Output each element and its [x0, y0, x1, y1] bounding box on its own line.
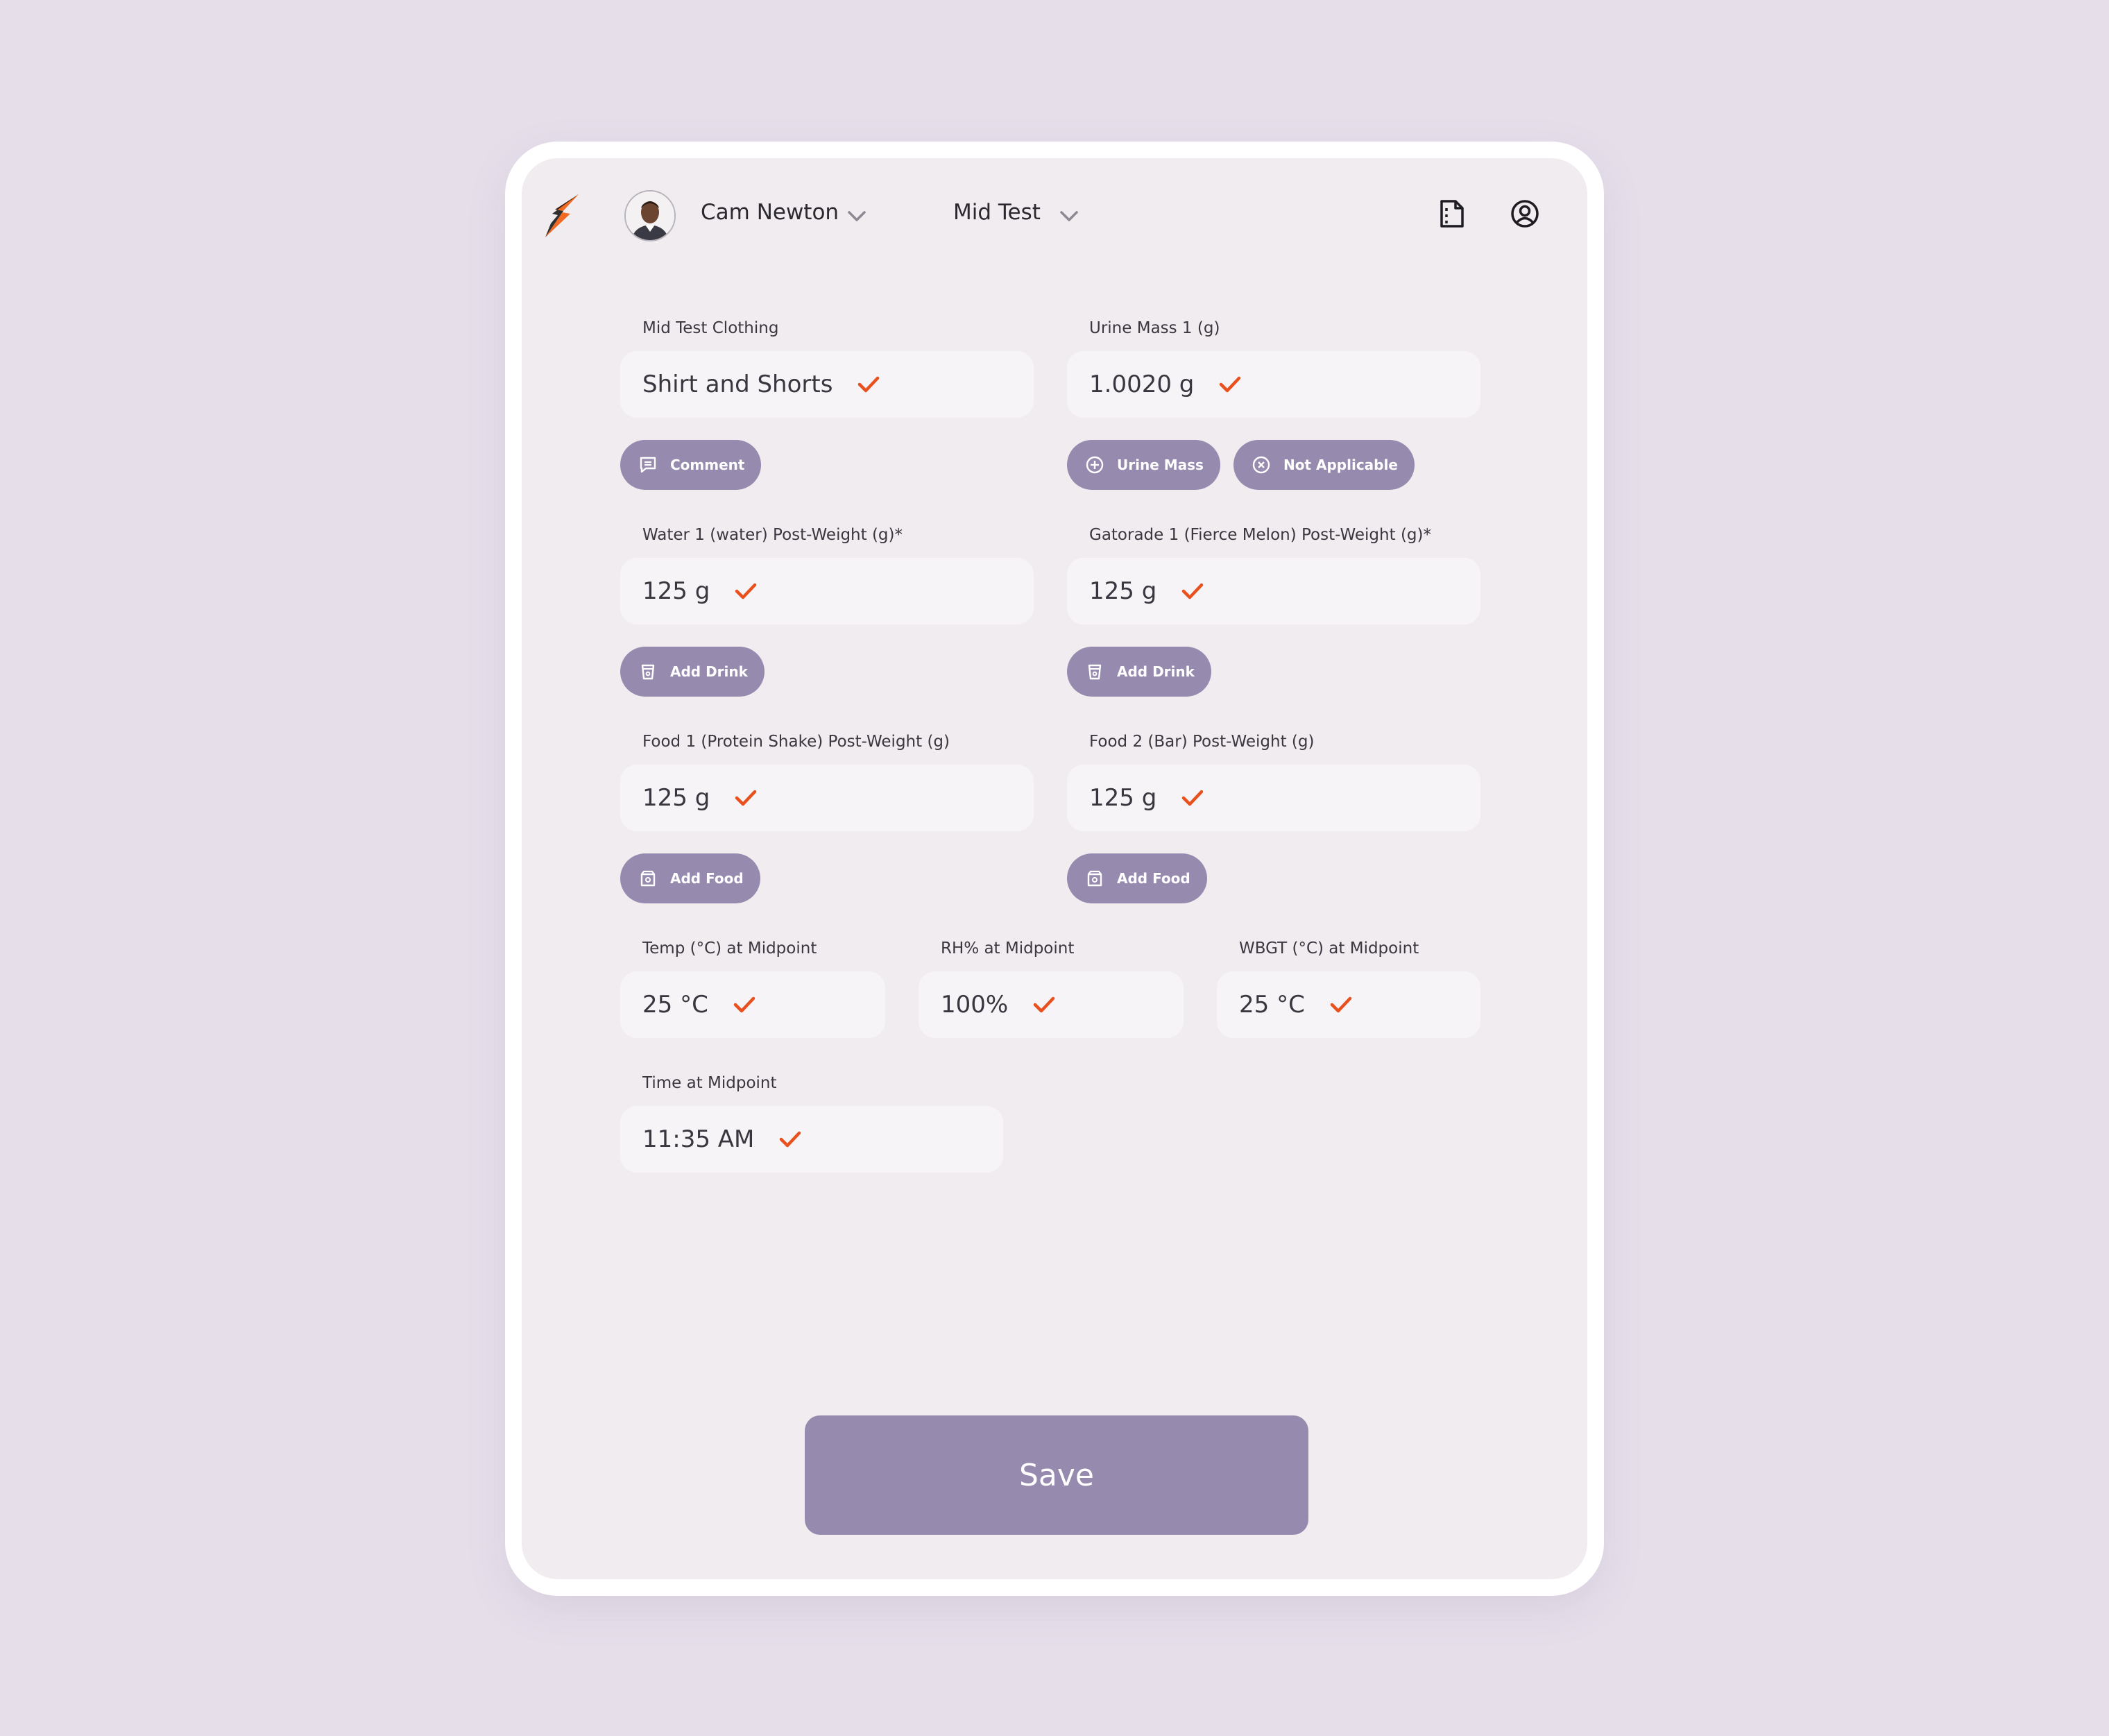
comment-icon: [640, 457, 656, 473]
comment-button[interactable]: Comment: [620, 440, 762, 490]
checkmark-icon: [1182, 583, 1204, 599]
gatorade-field[interactable]: 125 g: [1067, 558, 1480, 624]
urine-mass-label: Urine Mass 1 (g): [1089, 319, 1220, 337]
urine-mass-button[interactable]: Urine Mass: [1067, 440, 1220, 490]
temp-field[interactable]: 25 °C: [620, 971, 885, 1038]
checkmark-icon: [1220, 376, 1241, 393]
rh-field[interactable]: 100%: [919, 971, 1184, 1038]
rh-value: 100%: [941, 991, 1009, 1019]
checkmark-icon: [733, 996, 755, 1013]
x-circle-icon: [1252, 456, 1270, 474]
test-stage-selector[interactable]: Mid Test: [953, 200, 1041, 225]
water-value: 125 g: [642, 577, 710, 605]
clothing-field[interactable]: Shirt and Shorts: [620, 351, 1034, 418]
add-drink-button[interactable]: Add Drink: [620, 647, 765, 697]
athlete-selector[interactable]: Cam Newton: [701, 200, 839, 225]
add-food-button-label: Add Food: [670, 870, 744, 887]
document-icon[interactable]: [1436, 198, 1467, 229]
user-circle-icon[interactable]: [1510, 198, 1540, 229]
checkmark-icon: [780, 1131, 801, 1148]
time-label: Time at Midpoint: [642, 1074, 777, 1092]
add-drink-button[interactable]: Add Drink: [1067, 647, 1211, 697]
urine-mass-value: 1.0020 g: [1089, 371, 1195, 398]
food1-value: 125 g: [642, 784, 710, 812]
wbgt-field[interactable]: 25 °C: [1217, 971, 1480, 1038]
tablet-frame: Cam Newton Mid Test Mid Test Clothing Sh…: [505, 142, 1604, 1596]
checkmark-icon: [858, 376, 880, 393]
clothing-label: Mid Test Clothing: [642, 319, 779, 337]
save-button[interactable]: Save: [805, 1415, 1308, 1535]
water-label: Water 1 (water) Post-Weight (g)*: [642, 526, 903, 544]
app-screen: Cam Newton Mid Test Mid Test Clothing Sh…: [522, 158, 1587, 1579]
gatorade-value: 125 g: [1089, 577, 1157, 605]
checkmark-icon: [735, 790, 757, 806]
clothing-value: Shirt and Shorts: [642, 371, 833, 398]
food-box-icon: [640, 870, 656, 887]
avatar[interactable]: [624, 190, 676, 241]
athlete-photo: [626, 192, 674, 240]
temp-label: Temp (°C) at Midpoint: [642, 939, 817, 958]
add-drink-button-label: Add Drink: [670, 663, 748, 680]
wbgt-label: WBGT (°C) at Midpoint: [1239, 939, 1419, 958]
time-value: 11:35 AM: [642, 1125, 755, 1153]
not-applicable-button-label: Not Applicable: [1283, 457, 1398, 473]
add-food-button[interactable]: Add Food: [620, 853, 760, 903]
chevron-down-icon[interactable]: [1059, 210, 1079, 223]
food1-field[interactable]: 125 g: [620, 765, 1034, 831]
urine-mass-button-label: Urine Mass: [1117, 457, 1204, 473]
rh-label: RH% at Midpoint: [941, 939, 1075, 958]
chevron-down-icon[interactable]: [846, 210, 867, 223]
checkmark-icon: [1033, 996, 1055, 1013]
food-box-icon: [1087, 870, 1102, 887]
temp-value: 25 °C: [642, 991, 708, 1019]
cup-icon: [1088, 664, 1102, 680]
cup-icon: [641, 664, 655, 680]
add-drink-button-label: Add Drink: [1117, 663, 1195, 680]
food1-label: Food 1 (Protein Shake) Post-Weight (g): [642, 733, 950, 751]
water-field[interactable]: 125 g: [620, 558, 1034, 624]
comment-button-label: Comment: [670, 457, 745, 473]
plus-circle-icon: [1086, 456, 1104, 474]
gatorade-label: Gatorade 1 (Fierce Melon) Post-Weight (g…: [1089, 526, 1431, 544]
add-food-button-label: Add Food: [1117, 870, 1190, 887]
wbgt-value: 25 °C: [1239, 991, 1305, 1019]
checkmark-icon: [735, 583, 757, 599]
gatorade-bolt-icon: [545, 194, 579, 237]
checkmark-icon: [1182, 790, 1204, 806]
not-applicable-button[interactable]: Not Applicable: [1233, 440, 1415, 490]
time-field[interactable]: 11:35 AM: [620, 1106, 1003, 1173]
food2-value: 125 g: [1089, 784, 1157, 812]
checkmark-icon: [1330, 996, 1352, 1013]
urine-mass-field[interactable]: 1.0020 g: [1067, 351, 1480, 418]
food2-field[interactable]: 125 g: [1067, 765, 1480, 831]
food2-label: Food 2 (Bar) Post-Weight (g): [1089, 733, 1315, 751]
add-food-button[interactable]: Add Food: [1067, 853, 1207, 903]
